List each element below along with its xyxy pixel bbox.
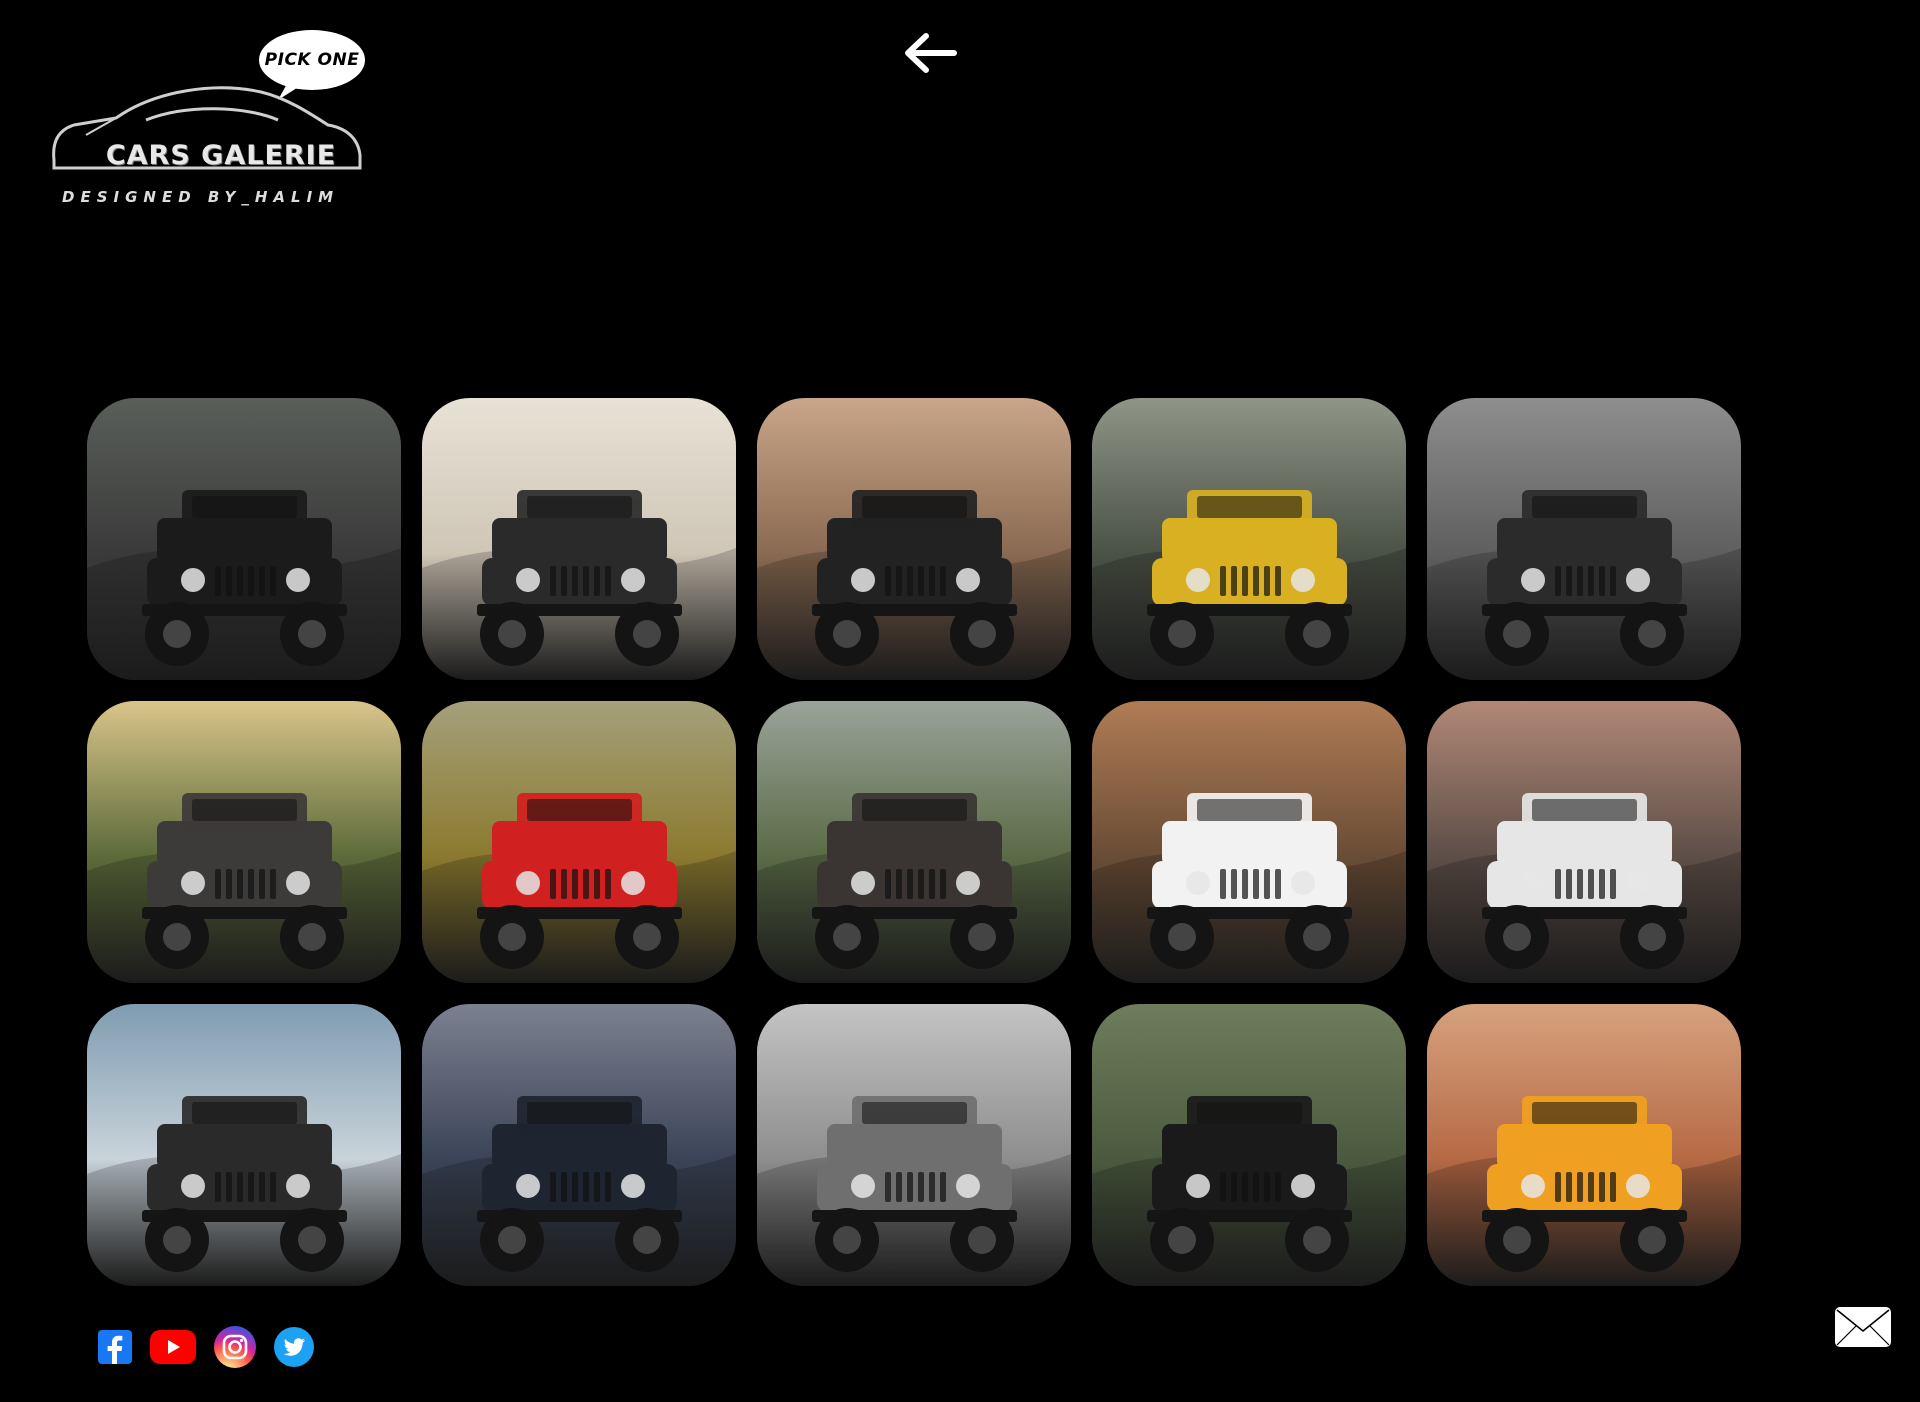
jeep-photo-13[interactable]	[757, 1004, 1071, 1286]
jeep-photo-14[interactable]	[1092, 1004, 1406, 1286]
jeep-photo-8[interactable]	[757, 701, 1071, 983]
brand-name: CARS GALERIE	[105, 140, 337, 171]
designer-credit: DESIGNED BY_HALIM	[62, 188, 340, 206]
jeep-photo-7[interactable]	[422, 701, 736, 983]
instagram-icon[interactable]	[214, 1326, 256, 1368]
jeep-photo-12[interactable]	[422, 1004, 736, 1286]
jeep-photo-10[interactable]	[1427, 701, 1741, 983]
facebook-icon[interactable]	[98, 1330, 132, 1364]
back-button[interactable]	[900, 30, 960, 76]
twitter-icon[interactable]	[274, 1327, 314, 1367]
mail-icon	[1836, 1309, 1890, 1346]
site-logo[interactable]: PICK ONE CARS GALERIE DESIGNED BY_HALIM	[46, 30, 376, 215]
jeep-photo-1[interactable]	[87, 398, 401, 680]
mail-button[interactable]	[1835, 1307, 1891, 1347]
pick-one-label: PICK ONE	[264, 50, 360, 70]
jeep-photo-2[interactable]	[422, 398, 736, 680]
arrow-left-icon	[905, 33, 957, 73]
jeep-photo-5[interactable]	[1427, 398, 1741, 680]
social-links	[98, 1326, 314, 1368]
car-gallery	[87, 398, 1741, 1286]
jeep-photo-3[interactable]	[757, 398, 1071, 680]
youtube-icon[interactable]	[150, 1330, 196, 1364]
page: PICK ONE CARS GALERIE DESIGNED BY_HALIM	[0, 0, 1920, 1402]
jeep-photo-15[interactable]	[1427, 1004, 1741, 1286]
jeep-photo-6[interactable]	[87, 701, 401, 983]
jeep-photo-9[interactable]	[1092, 701, 1406, 983]
jeep-photo-11[interactable]	[87, 1004, 401, 1286]
jeep-photo-4[interactable]	[1092, 398, 1406, 680]
